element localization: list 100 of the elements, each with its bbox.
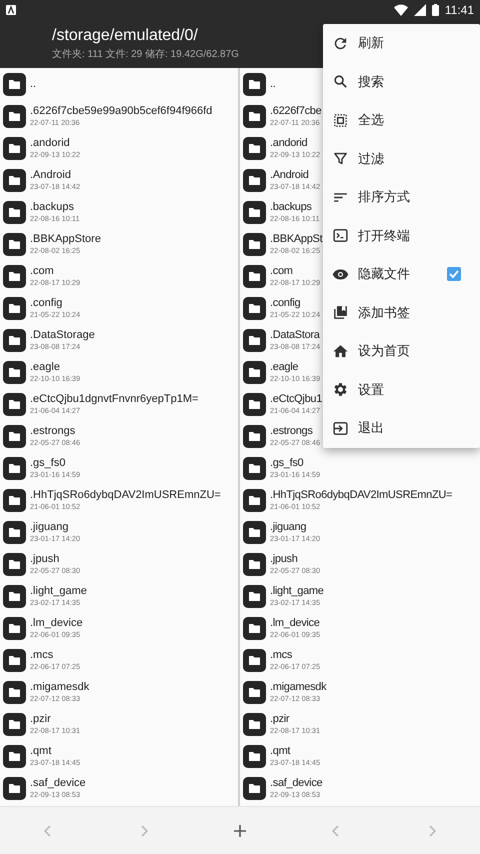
folder-icon (3, 616, 26, 640)
folder-name[interactable]: .eCtcQjbu1dgnvtFnvnr6yepTp1M= (30, 392, 198, 406)
menu-item[interactable]: 设为首页 (323, 332, 480, 370)
folder-name[interactable]: .6226f7cbe59e99a90b5cef6f94f966fd (30, 104, 212, 118)
folder-name[interactable]: .migamesdk (270, 680, 326, 694)
folder-name[interactable]: .. (270, 78, 276, 90)
folder-name[interactable]: .andorid (270, 136, 320, 150)
folder-icon (243, 712, 266, 736)
folder-icon (3, 552, 26, 576)
folder-name[interactable]: .gs_fs0 (30, 456, 80, 470)
menu-item[interactable]: 隐藏文件 (323, 255, 480, 294)
folder-icon (3, 456, 26, 480)
folder-icon (3, 680, 26, 704)
folder-icon (3, 424, 26, 448)
folder-name[interactable]: .eagle (270, 360, 320, 374)
folder-name[interactable]: .jiguang (270, 520, 320, 534)
menu-item[interactable]: 设置 (323, 370, 480, 409)
folder-icon (243, 520, 266, 544)
storage-info: 文件夹: 111 文件: 29 储存: 19.42G/62.87G (52, 48, 239, 61)
menu-label: 刷新 (358, 35, 385, 52)
folder-name[interactable]: .mcs (30, 648, 80, 662)
folder-name[interactable]: .saf_device (270, 776, 322, 790)
folder-name[interactable]: .BBKAppStore (30, 232, 101, 246)
folder-icon (243, 552, 266, 576)
folder-icon (3, 360, 26, 384)
menu-item[interactable]: 退出 (323, 409, 480, 448)
folder-name[interactable]: .backups (30, 200, 80, 214)
folder-icon (243, 584, 266, 608)
folder-name[interactable]: .DataStorage (30, 328, 95, 342)
folder-name[interactable]: .backups (270, 200, 320, 214)
folder-name[interactable]: .estrongs (30, 424, 80, 438)
notification-icon (6, 5, 16, 15)
folder-name[interactable]: .Android (270, 168, 320, 182)
folder-name[interactable]: .config (30, 296, 80, 310)
folder-icon (243, 296, 266, 320)
folder-name[interactable]: .jiguang (30, 520, 80, 534)
exit-icon (332, 420, 349, 437)
menu-label: 退出 (358, 420, 385, 438)
menu-item[interactable]: 添加书签 (323, 294, 480, 332)
folder-name[interactable]: .HhTjqSRo6dybqDAV2ImUSREmnZU= (270, 488, 452, 502)
folder-name[interactable]: .qmt (30, 744, 80, 758)
folder-icon (3, 520, 26, 544)
folder-name[interactable]: .andorid (30, 136, 80, 150)
folder-icon (243, 72, 266, 96)
folder-icon (3, 104, 26, 128)
menu-label: 添加书签 (358, 304, 411, 322)
menu-item[interactable]: 搜索 (323, 62, 480, 101)
folder-name[interactable]: .light_game (270, 584, 324, 598)
bookmark-icon (332, 304, 349, 322)
folder-name[interactable]: .6226f7cbe (270, 104, 322, 118)
menu-item[interactable]: 打开终端 (323, 216, 480, 255)
folder-icon (3, 776, 26, 800)
folder-name[interactable]: .jpush (30, 552, 80, 566)
folder-icon (3, 264, 26, 288)
folder-name[interactable]: .DataStora (270, 328, 320, 342)
folder-name[interactable]: .light_game (30, 584, 87, 598)
folder-icon (3, 584, 26, 608)
menu-label: 设置 (358, 382, 385, 399)
folder-icon (243, 104, 266, 128)
checkbox[interactable] (447, 267, 461, 282)
clock: 11:41 (444, 3, 474, 17)
folder-name[interactable]: .saf_device (30, 776, 86, 790)
folder-name[interactable]: .com (30, 264, 80, 278)
folder-name[interactable]: .eagle (30, 360, 80, 374)
folder-name[interactable]: .qmt (270, 744, 320, 758)
folder-name[interactable]: .jpush (270, 552, 320, 566)
folder-name[interactable]: .HhTjqSRo6dybqDAV2ImUSREmnZU= (30, 488, 221, 502)
wifi-icon (394, 4, 408, 16)
folder-name[interactable]: .com (270, 264, 320, 278)
folder-icon (3, 296, 26, 320)
folder-name[interactable]: .lm_device (30, 616, 83, 630)
folder-name[interactable]: .lm_device (270, 616, 320, 630)
folder-name[interactable]: .Android (30, 168, 80, 182)
folder-name[interactable]: .config (270, 296, 320, 310)
folder-name[interactable]: .migamesdk (30, 680, 90, 694)
folder-icon (243, 264, 266, 288)
folder-name[interactable]: .gs_fs0 (270, 456, 320, 470)
menu-item[interactable]: 过滤 (323, 140, 480, 178)
folder-icon (243, 424, 266, 448)
folder-icon (243, 168, 266, 192)
menu-label: 设为首页 (358, 343, 411, 360)
folder-name[interactable]: .mcs (270, 648, 320, 662)
folder-icon (3, 648, 26, 672)
signal-icon (414, 4, 426, 16)
folder-name[interactable]: .BBKAppSt (270, 232, 322, 246)
folder-name[interactable]: .. (30, 78, 36, 90)
folder-name[interactable]: .pzir (270, 712, 320, 726)
gear-icon (332, 381, 349, 398)
menu-item[interactable]: 排序方式 (323, 178, 480, 216)
folder-name[interactable]: .estrongs (270, 424, 320, 438)
menu-item[interactable]: 刷新 (323, 24, 480, 62)
folder-icon (3, 168, 26, 192)
folder-icon (243, 680, 266, 704)
folder-icon (243, 648, 266, 672)
folder-name[interactable]: .eCtcQjbu1 (270, 392, 322, 406)
menu-label: 全选 (358, 112, 385, 130)
add-icon[interactable] (232, 823, 248, 839)
folder-name[interactable]: .pzir (30, 712, 80, 726)
menu-item[interactable]: 全选 (323, 101, 480, 140)
home-icon (332, 342, 349, 360)
